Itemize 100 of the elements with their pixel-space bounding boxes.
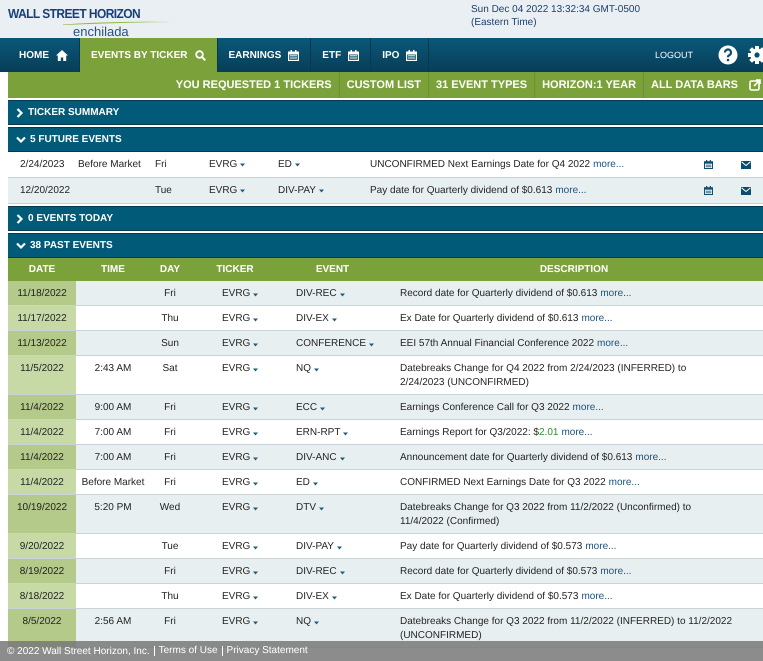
ticker-cell[interactable]: EVRG	[222, 476, 250, 490]
caret-icon[interactable]	[320, 406, 326, 410]
caret-icon[interactable]	[253, 366, 258, 372]
column-header: DESCRIPTION	[538, 264, 610, 275]
settings-icon[interactable]	[747, 45, 763, 65]
mail-icon[interactable]	[740, 186, 750, 194]
section-header[interactable]: 0 EVENTS TODAY	[8, 206, 763, 231]
more-link[interactable]: more...	[600, 566, 632, 577]
more-link[interactable]: more...	[581, 591, 613, 602]
more-link[interactable]: more...	[561, 427, 593, 438]
caret-icon[interactable]	[253, 430, 258, 436]
caret-icon[interactable]	[253, 570, 258, 574]
date-cell: 11/4/2022	[8, 395, 76, 419]
logout-link[interactable]: LOGOUT	[648, 49, 699, 61]
event-cell[interactable]: CONFERENCE	[296, 337, 366, 351]
description-text: Pay date for Quarterly dividend of $0.613	[370, 185, 552, 196]
more-link[interactable]: more...	[593, 159, 624, 170]
caret-icon[interactable]	[253, 292, 258, 296]
external-link-icon[interactable]	[749, 79, 761, 91]
ticker-cell[interactable]: EVRG	[222, 287, 250, 301]
ticker-cell[interactable]: EVRG	[222, 426, 250, 440]
caret-icon[interactable]	[294, 162, 300, 167]
description-text: Datebreaks Change for Q4 2022 from 2/24/2023 (INFERRED) to 2/24/2023 (UNCONFIRMED)	[400, 363, 686, 388]
section-header[interactable]: TICKER SUMMARY	[8, 100, 763, 125]
event-cell[interactable]: ERN-RPT	[296, 426, 340, 440]
event-cell[interactable]: ECC	[296, 401, 318, 415]
caret-icon[interactable]	[312, 480, 318, 486]
event-cell[interactable]: DIV-EX	[296, 590, 329, 604]
ticker-cell[interactable]: EVRG	[222, 337, 250, 351]
event-cell[interactable]: DTV	[296, 501, 316, 515]
caret-icon[interactable]	[240, 162, 246, 167]
calendar-icon[interactable]	[704, 160, 712, 169]
caret-icon[interactable]	[253, 406, 258, 410]
caret-icon[interactable]	[314, 366, 319, 372]
ticker-cell[interactable]: EVRG	[209, 185, 238, 196]
more-link[interactable]: more...	[608, 477, 640, 488]
caret-icon[interactable]	[240, 188, 246, 193]
caret-icon[interactable]	[253, 342, 258, 346]
caret-icon[interactable]	[253, 594, 258, 600]
ticker-cell[interactable]: EVRG	[222, 615, 250, 629]
more-link[interactable]: more...	[572, 402, 604, 413]
caret-icon[interactable]	[253, 480, 258, 486]
caret-icon[interactable]	[340, 292, 345, 296]
date-cell: 11/18/2022	[8, 281, 76, 305]
description-text: UNCONFIRMED Next Earnings Date for Q4 2022	[370, 159, 590, 170]
event-cell[interactable]: DIV-REC	[296, 287, 337, 301]
caret-icon[interactable]	[253, 316, 258, 322]
section-header[interactable]: 5 FUTURE EVENTS	[8, 127, 763, 152]
more-link[interactable]: more...	[597, 338, 628, 349]
caret-icon[interactable]	[336, 544, 342, 550]
more-link[interactable]: more...	[581, 313, 613, 324]
help-icon[interactable]	[718, 45, 738, 65]
ticker-cell[interactable]: EVRG	[222, 501, 250, 515]
caret-icon[interactable]	[253, 506, 258, 510]
event-cell[interactable]: DIV-REC	[296, 565, 337, 579]
caret-icon[interactable]	[369, 342, 374, 346]
caret-icon[interactable]	[340, 456, 345, 460]
date-time: Sun Dec 04 2022 13:32:34 GMT-0500	[471, 3, 640, 16]
mail-icon[interactable]	[740, 160, 750, 168]
ticker-cell[interactable]: EVRG	[222, 312, 250, 326]
caret-icon[interactable]	[314, 620, 319, 624]
more-link[interactable]: more...	[635, 452, 666, 463]
day-cell: Fri	[164, 452, 176, 463]
event-cell[interactable]: NQ	[296, 615, 311, 629]
caret-icon[interactable]	[332, 594, 337, 600]
caret-icon[interactable]	[253, 544, 258, 550]
ticker-cell[interactable]: EVRG	[222, 451, 250, 465]
caret-icon[interactable]	[253, 620, 258, 624]
event-cell[interactable]: DIV-PAY	[278, 185, 316, 196]
caret-icon[interactable]	[253, 456, 258, 460]
event-cell[interactable]: DIV-PAY	[296, 540, 334, 554]
date-cell: 8/18/2022	[8, 584, 76, 608]
ticker-cell[interactable]: EVRG	[222, 362, 250, 376]
event-cell[interactable]: NQ	[296, 362, 311, 376]
ticker-cell[interactable]: EVRG	[222, 401, 250, 415]
ticker-cell[interactable]: EVRG	[222, 540, 250, 554]
caret-icon[interactable]	[319, 506, 324, 510]
event-cell[interactable]: DIV-EX	[296, 312, 329, 326]
more-link[interactable]: more...	[600, 288, 632, 299]
time-zone: (Eastern Time)	[471, 16, 538, 29]
event-cell[interactable]: DIV-ANC	[296, 451, 337, 465]
ticker-cell[interactable]: EVRG	[222, 565, 250, 579]
event-cell[interactable]: ED	[278, 159, 292, 170]
event-cell[interactable]: ED	[296, 476, 310, 490]
day-cell: Fri	[164, 477, 176, 488]
ticker-cell[interactable]: EVRG	[209, 159, 238, 170]
more-link[interactable]: more...	[585, 541, 616, 552]
description-text: Announcement date for Quarterly dividend of $0.613	[400, 452, 632, 463]
date-cell-text: 2/24/2023	[19, 159, 66, 170]
calendar-icon[interactable]	[704, 186, 712, 195]
ticker-cell[interactable]: EVRG	[222, 590, 250, 604]
more-link[interactable]: more...	[555, 185, 586, 196]
caret-icon[interactable]	[340, 570, 345, 574]
section-header[interactable]: 38 PAST EVENTS	[8, 233, 763, 258]
caret-icon[interactable]	[343, 430, 348, 436]
day-cell: Fri	[164, 402, 176, 413]
caret-icon[interactable]	[332, 316, 337, 322]
date-cell: 11/4/2022	[8, 445, 76, 469]
description-text: CONFIRMED Next Earnings Date for Q3 2022	[400, 477, 606, 488]
caret-icon[interactable]	[318, 188, 324, 193]
